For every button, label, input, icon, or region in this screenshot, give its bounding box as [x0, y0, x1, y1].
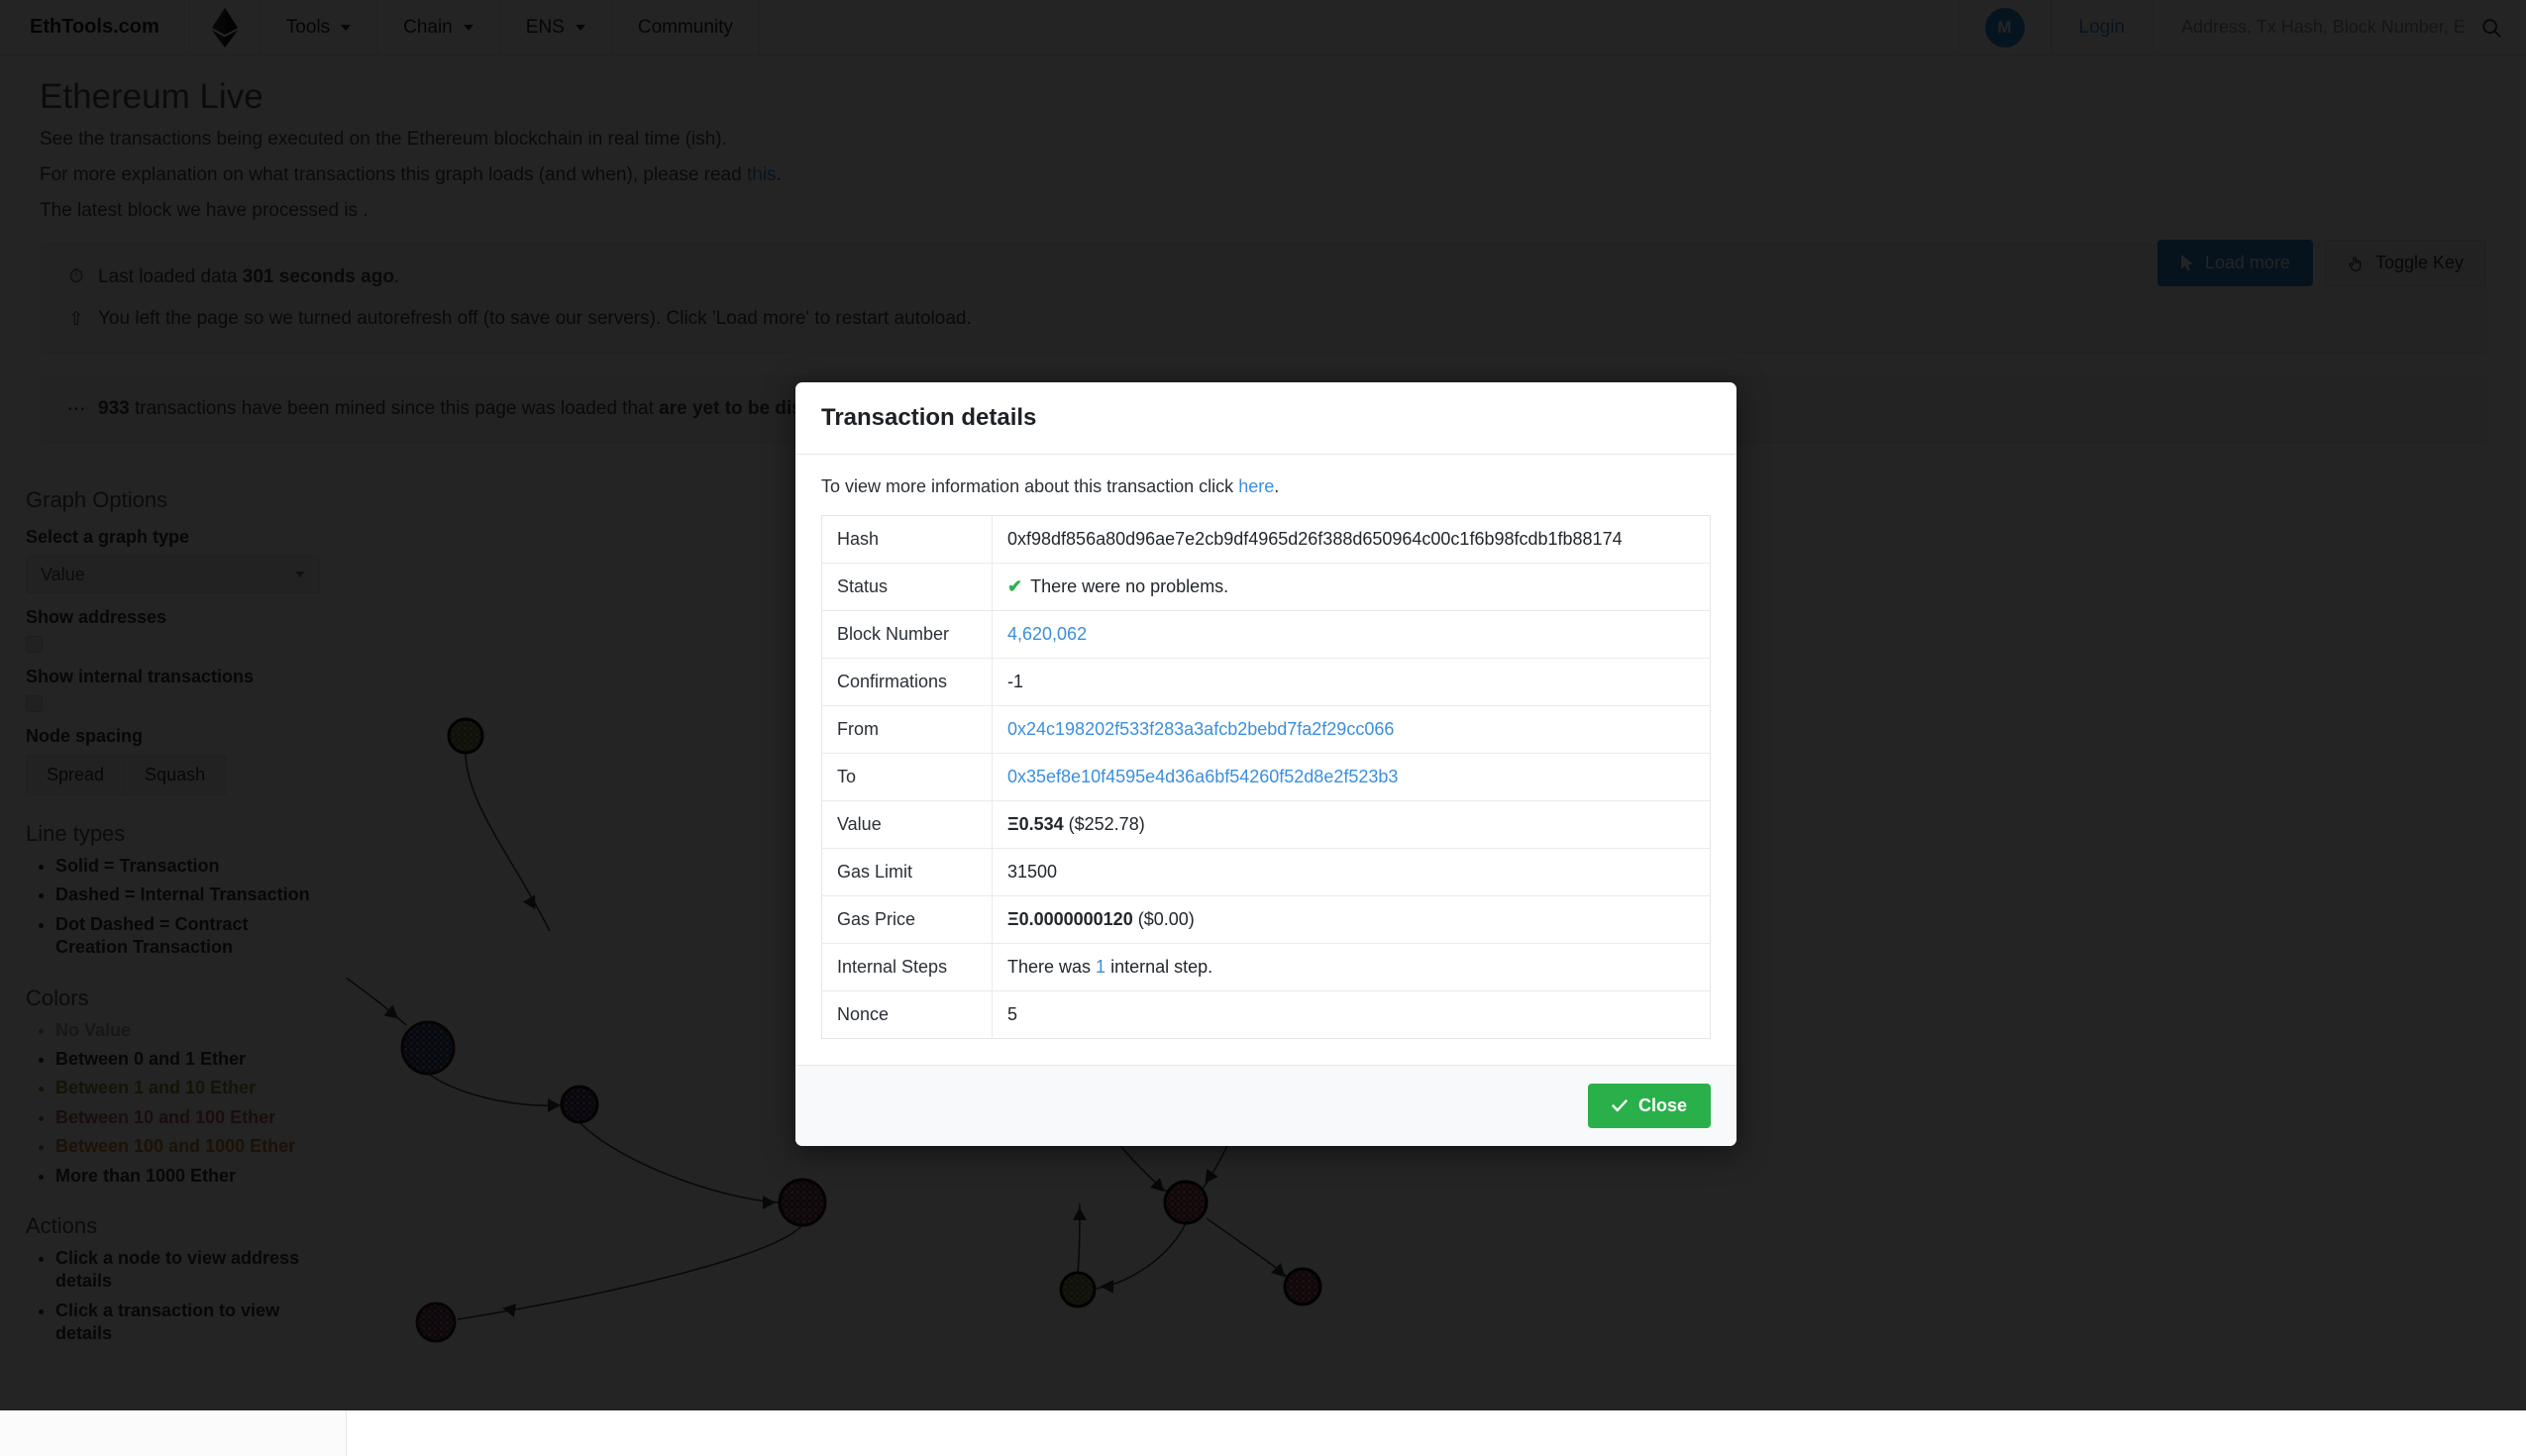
modal-intro: To view more information about this tran…	[821, 476, 1711, 497]
internal-steps-link[interactable]: 1	[1096, 957, 1105, 977]
table-row: To 0x35ef8e10f4595e4d36a6bf54260f52d8e2f5…	[822, 754, 1711, 801]
modal-header: Transaction details	[795, 382, 1737, 455]
check-icon	[1612, 1099, 1628, 1112]
check-icon: ✔	[1007, 576, 1022, 596]
amount-value: Ξ0.534	[1007, 814, 1064, 834]
table-row: ValueΞ0.534 ($252.78)	[822, 801, 1711, 849]
table-row: Gas Limit31500	[822, 849, 1711, 896]
amount-value: Ξ0.0000000120	[1007, 909, 1133, 929]
tx-row-value: 0x35ef8e10f4595e4d36a6bf54260f52d8e2f523…	[993, 754, 1711, 801]
tx-row-value: 4,620,062	[993, 611, 1711, 659]
transaction-details-modal: Transaction details To view more informa…	[795, 382, 1737, 1146]
table-row: From 0x24c198202f533f283a3afcb2bebd7fa2f2…	[822, 706, 1711, 754]
modal-footer: Close	[795, 1065, 1737, 1146]
tx-row-value: -1	[993, 659, 1711, 706]
tx-row-value: 5	[993, 991, 1711, 1039]
amount-fiat: ($252.78)	[1064, 814, 1145, 834]
steps-post: internal step.	[1105, 957, 1212, 977]
table-row: Confirmations-1	[822, 659, 1711, 706]
table-row: Block Number 4,620,062	[822, 611, 1711, 659]
modal-body: To view more information about this tran…	[795, 455, 1737, 1065]
table-row: Internal StepsThere was 1 internal step.	[822, 944, 1711, 991]
table-row: Hash0xf98df856a80d96ae7e2cb9df4965d26f38…	[822, 516, 1711, 564]
tx-value-link[interactable]: 0x35ef8e10f4595e4d36a6bf54260f52d8e2f523…	[1007, 767, 1398, 786]
close-label: Close	[1638, 1095, 1687, 1116]
tx-row-key: Gas Price	[822, 896, 993, 944]
status-text: There were no problems.	[1030, 576, 1228, 596]
tx-row-value: 31500	[993, 849, 1711, 896]
more-info-link[interactable]: here	[1238, 476, 1274, 496]
table-row: Status ✔ There were no problems.	[822, 564, 1711, 611]
tx-row-key: Confirmations	[822, 659, 993, 706]
tx-row-value: 0xf98df856a80d96ae7e2cb9df4965d26f388d65…	[993, 516, 1711, 564]
modal-intro-pre: To view more information about this tran…	[821, 476, 1238, 496]
tx-row-key: Block Number	[822, 611, 993, 659]
tx-row-value: Ξ0.534 ($252.78)	[993, 801, 1711, 849]
tx-row-key: Hash	[822, 516, 993, 564]
modal-title: Transaction details	[821, 404, 1711, 432]
table-row: Gas PriceΞ0.0000000120 ($0.00)	[822, 896, 1711, 944]
table-row: Nonce5	[822, 991, 1711, 1039]
tx-row-key: Internal Steps	[822, 944, 993, 991]
tx-row-value: Ξ0.0000000120 ($0.00)	[993, 896, 1711, 944]
tx-row-key: Nonce	[822, 991, 993, 1039]
tx-value-link[interactable]: 4,620,062	[1007, 624, 1087, 644]
tx-row-key: To	[822, 754, 993, 801]
tx-row-value: There was 1 internal step.	[993, 944, 1711, 991]
tx-value-link[interactable]: 0x24c198202f533f283a3afcb2bebd7fa2f29cc0…	[1007, 719, 1394, 739]
steps-pre: There was	[1007, 957, 1096, 977]
transaction-details-table: Hash0xf98df856a80d96ae7e2cb9df4965d26f38…	[821, 515, 1711, 1039]
tx-row-key: Gas Limit	[822, 849, 993, 896]
tx-row-key: Status	[822, 564, 993, 611]
modal-intro-post: .	[1274, 476, 1279, 496]
tx-row-value: 0x24c198202f533f283a3afcb2bebd7fa2f29cc0…	[993, 706, 1711, 754]
tx-row-key: From	[822, 706, 993, 754]
close-button[interactable]: Close	[1588, 1084, 1711, 1128]
tx-row-value: ✔ There were no problems.	[993, 564, 1711, 611]
tx-row-key: Value	[822, 801, 993, 849]
amount-fiat: ($0.00)	[1133, 909, 1195, 929]
